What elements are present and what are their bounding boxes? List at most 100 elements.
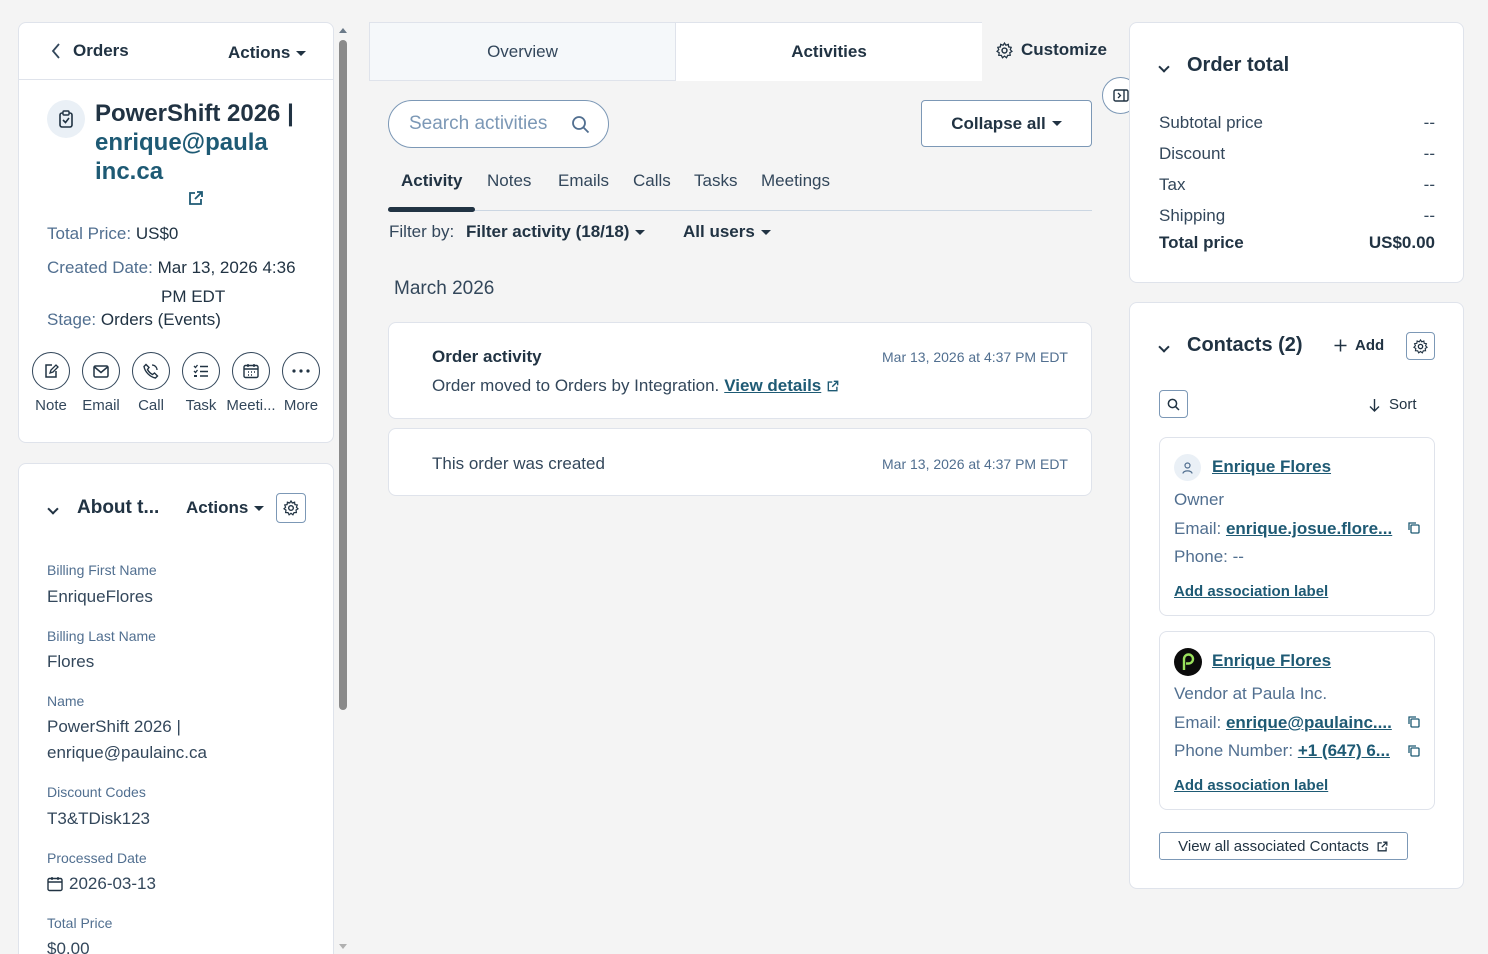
- billing-last-name-label: Billing Last Name: [47, 628, 156, 644]
- view-details-link[interactable]: View details: [724, 376, 821, 396]
- billing-first-name-value[interactable]: EnriqueFlores: [47, 584, 153, 610]
- subtab-meetings[interactable]: Meetings: [761, 171, 830, 191]
- order-total-title: Order total: [1187, 54, 1290, 76]
- contacts-sort-button[interactable]: Sort: [1369, 396, 1417, 413]
- discount-codes-value[interactable]: T3&TDisk123: [47, 806, 150, 832]
- external-link-icon[interactable]: [826, 379, 840, 393]
- add-association-label-link[interactable]: Add association label: [1174, 777, 1328, 794]
- view-all-contacts-button[interactable]: View all associated Contacts: [1159, 832, 1408, 860]
- activity-card[interactable]: Order activity Mar 13, 2026 at 4:37 PM E…: [388, 322, 1092, 419]
- about-collapse-toggle[interactable]: [47, 500, 59, 518]
- active-subtab-indicator: [388, 207, 475, 212]
- contacts-collapse-toggle[interactable]: [1158, 338, 1170, 356]
- about-card: About t... Actions Billing First Name En…: [18, 463, 334, 954]
- about-settings-button[interactable]: [276, 493, 306, 523]
- call-label: Call: [138, 397, 164, 414]
- avatar: [1174, 454, 1201, 481]
- note-icon: [45, 364, 59, 378]
- record-actions-button[interactable]: Actions: [228, 43, 307, 63]
- tax-value: --: [1423, 175, 1435, 194]
- subtab-underline: [388, 210, 1092, 211]
- contact-email-link[interactable]: enrique.josue.flore...: [1226, 519, 1392, 538]
- search-icon: [572, 116, 590, 134]
- arrow-down-icon: [1369, 398, 1380, 412]
- email-label: Email:: [1174, 713, 1222, 732]
- filter-activity-dropdown[interactable]: Filter activity (18/18): [466, 222, 646, 242]
- filter-by-label: Filter by:: [389, 222, 455, 241]
- envelope-icon: [93, 364, 109, 378]
- contact-name-link[interactable]: Enrique Flores: [1212, 457, 1331, 477]
- customize-button[interactable]: Customize: [996, 40, 1107, 60]
- company-logo-icon: [1182, 653, 1195, 670]
- tab-activities[interactable]: Activities: [676, 22, 982, 81]
- copy-icon[interactable]: [1407, 521, 1421, 535]
- contacts-settings-button[interactable]: [1406, 332, 1435, 360]
- created-date-value-2: PM EDT: [161, 287, 226, 306]
- caret-down-icon: [296, 51, 307, 57]
- processed-date-value[interactable]: 2026-03-13: [47, 871, 156, 897]
- copy-icon[interactable]: [1407, 715, 1421, 729]
- contact-phone-line: Phone Number: +1 (647) 6...: [1174, 741, 1390, 761]
- name-value[interactable]: PowerShift 2026 | enrique@paulainc.ca: [47, 714, 207, 766]
- scroll-down-icon[interactable]: [336, 942, 350, 952]
- task-button[interactable]: [182, 352, 220, 390]
- shipping-value: --: [1423, 206, 1435, 225]
- scrollbar-thumb[interactable]: [339, 40, 347, 710]
- more-button[interactable]: [282, 352, 320, 390]
- tab-overview[interactable]: Overview: [369, 22, 676, 81]
- all-users-label: All users: [683, 222, 755, 241]
- subtab-tasks[interactable]: Tasks: [694, 171, 737, 191]
- collapse-all-button[interactable]: Collapse all: [921, 100, 1092, 147]
- order-total-collapse-toggle[interactable]: [1158, 58, 1170, 76]
- name-label: Name: [47, 693, 85, 709]
- back-to-orders-link[interactable]: Orders: [51, 41, 129, 61]
- search-icon: [1167, 398, 1180, 411]
- total-price-line: Total Price: US$0: [47, 224, 178, 244]
- contact-phone-line: Phone: --: [1174, 547, 1244, 567]
- shipping-label: Shipping: [1159, 206, 1226, 225]
- subtab-notes[interactable]: Notes: [487, 171, 531, 191]
- call-button[interactable]: [132, 352, 170, 390]
- record-email-link[interactable]: enrique@paulainc.ca: [95, 129, 270, 185]
- copy-icon[interactable]: [1407, 744, 1421, 758]
- processed-date-text: 2026-03-13: [69, 874, 156, 893]
- subtab-emails[interactable]: Emails: [558, 171, 609, 191]
- external-link-icon[interactable]: [187, 189, 205, 207]
- subtab-activity[interactable]: Activity: [401, 171, 462, 191]
- email-label: Email: [82, 397, 120, 414]
- activity-body: Order moved to Orders by Integration. Vi…: [432, 376, 840, 396]
- chevron-left-icon: [51, 43, 60, 59]
- calendar-icon: [243, 364, 259, 379]
- total-price-prop-value[interactable]: $0.00: [47, 936, 90, 954]
- all-users-dropdown[interactable]: All users: [683, 222, 771, 242]
- external-link-icon: [1377, 841, 1388, 851]
- activity-card[interactable]: This order was created Mar 13, 2026 at 4…: [388, 428, 1092, 496]
- billing-last-name-value[interactable]: Flores: [47, 649, 94, 675]
- add-association-label-link[interactable]: Add association label: [1174, 583, 1328, 600]
- left-panel-scrollbar[interactable]: [336, 22, 350, 954]
- about-actions-button[interactable]: Actions: [186, 498, 265, 518]
- subtab-calls[interactable]: Calls: [633, 171, 671, 191]
- gear-icon: [996, 41, 1013, 59]
- contact-name-link[interactable]: Enrique Flores: [1212, 651, 1331, 671]
- activities-panel: [369, 81, 1111, 954]
- contact-email-link[interactable]: enrique@paulainc....: [1226, 713, 1392, 732]
- record-email-text: enrique@paulainc.ca: [95, 129, 268, 185]
- search-activities-input[interactable]: Search activities: [388, 100, 609, 148]
- note-button[interactable]: [32, 352, 70, 390]
- contact-email-line: Email: enrique@paulainc....: [1174, 713, 1392, 733]
- activity-text: Order moved to Orders by Integration.: [432, 376, 720, 395]
- gear-icon: [283, 500, 299, 516]
- contact-card: Enrique Flores Owner Email: enrique.josu…: [1159, 437, 1435, 616]
- meeting-button[interactable]: [232, 352, 270, 390]
- email-button[interactable]: [82, 352, 120, 390]
- contacts-search-button[interactable]: [1159, 390, 1188, 418]
- add-contact-button[interactable]: Add: [1334, 337, 1384, 354]
- total-price-value: US$0: [135, 224, 179, 243]
- order-avatar: [47, 100, 85, 138]
- scroll-up-icon[interactable]: [336, 25, 350, 35]
- filter-activity-label: Filter activity (18/18): [466, 222, 630, 241]
- contact-phone-link[interactable]: +1 (647) 6...: [1298, 741, 1390, 760]
- total-price-prop-label: Total Price: [47, 915, 113, 931]
- avatar: [1174, 648, 1202, 676]
